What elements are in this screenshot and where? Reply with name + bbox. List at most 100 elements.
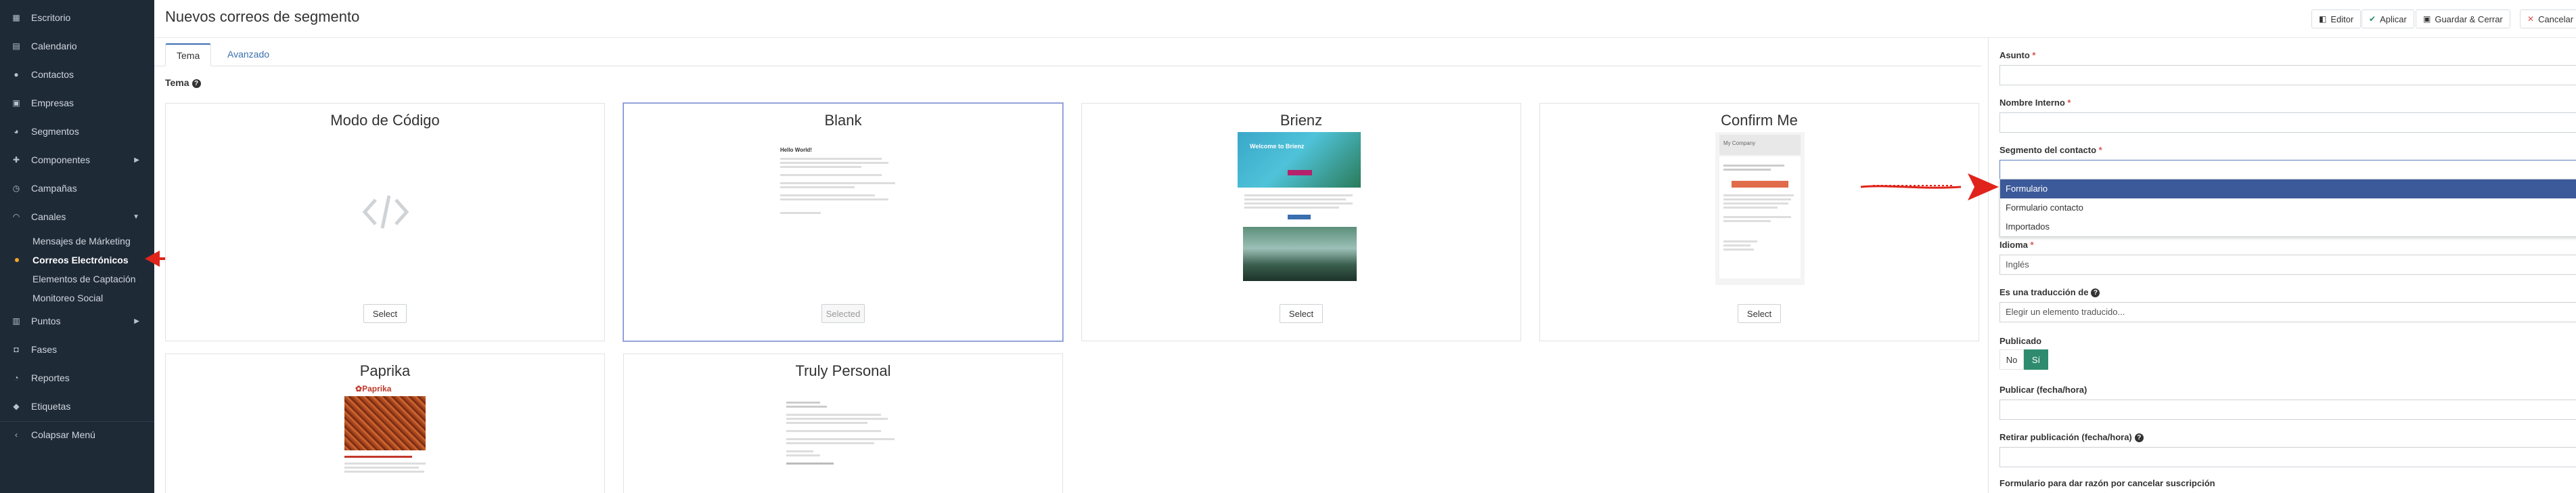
cancel-button-label: Cancelar bbox=[2538, 14, 2574, 24]
close-icon: ✕ bbox=[2527, 14, 2535, 24]
active-dot-icon bbox=[15, 258, 19, 262]
publish-at-label: Publicar (fecha/hora) bbox=[1999, 385, 2087, 395]
clock-icon: ◷ bbox=[12, 184, 20, 193]
theme-card-code-mode[interactable]: Modo de Código Select bbox=[165, 103, 605, 341]
sidebar-item-label: Canales bbox=[31, 211, 66, 222]
sidebar-item-reportes[interactable]: ◔ Reportes bbox=[0, 364, 154, 391]
published-yes-toggle[interactable]: Sí bbox=[2024, 349, 2048, 370]
sidebar-item-label: Contactos bbox=[31, 69, 74, 80]
editor-button[interactable]: ◧ Editor bbox=[2311, 9, 2362, 28]
email-properties-panel: Asunto * Nombre Interno * Segmento del c… bbox=[1988, 38, 2576, 493]
sidebar-item-canales[interactable]: ◠ Canales ▼ bbox=[0, 203, 154, 230]
theme-card-title: Brienz bbox=[1280, 112, 1323, 129]
cancel-button[interactable]: ✕ Cancelar bbox=[2520, 9, 2576, 28]
sidebar-item-escritorio[interactable]: ▦ Escritorio bbox=[0, 4, 154, 31]
theme-select-button[interactable]: Select bbox=[363, 304, 407, 323]
chevron-right-icon: ▶ bbox=[134, 156, 139, 164]
sidebar-item-segmentos[interactable]: ◕ Segmentos bbox=[0, 118, 154, 145]
editor-icon: ◧ bbox=[2319, 14, 2327, 24]
sidebar-subitem-monitoreo[interactable]: Monitoreo Social bbox=[32, 289, 103, 307]
help-icon[interactable]: ? bbox=[2091, 288, 2100, 298]
paprika-logo: ✿Paprika bbox=[355, 384, 391, 393]
theme-card-title: Paprika bbox=[359, 362, 411, 379]
sidebar-item-calendario[interactable]: ▤ Calendario bbox=[0, 33, 154, 60]
theme-card-paprika[interactable]: Paprika ✿Paprika bbox=[165, 353, 605, 493]
theme-thumbnail-paprika bbox=[344, 396, 426, 450]
theme-section-label: Tema? bbox=[165, 77, 201, 88]
help-icon[interactable]: ? bbox=[2134, 433, 2144, 443]
page-title: Nuevos correos de segmento bbox=[165, 8, 360, 25]
sidebar-subitem-captacion[interactable]: Elementos de Captación bbox=[32, 270, 136, 288]
sidebar-item-label: Segmentos bbox=[31, 126, 79, 137]
calculator-icon: ▥ bbox=[12, 316, 20, 326]
sidebar-subitem-correos[interactable]: Correos Electrónicos bbox=[32, 251, 129, 269]
thumbnail-company: My Company bbox=[1723, 140, 1756, 146]
sidebar-item-etiquetas[interactable]: ◆ Etiquetas bbox=[0, 393, 154, 420]
sidebar-item-label: Fases bbox=[31, 344, 58, 355]
language-select[interactable]: Inglés bbox=[1999, 255, 2576, 275]
help-icon[interactable]: ? bbox=[191, 79, 201, 88]
translation-select[interactable]: Elegir un elemento traducido... bbox=[1999, 302, 2576, 322]
theme-selected-button[interactable]: Selected bbox=[821, 304, 865, 323]
thumbnail-headline: Welcome to Brienz bbox=[1250, 143, 1305, 150]
tab-avanzado[interactable]: Avanzado bbox=[217, 43, 280, 66]
calendar-icon: ▤ bbox=[12, 41, 20, 51]
required-marker: * bbox=[2098, 145, 2102, 155]
unpublish-at-input[interactable] bbox=[1999, 447, 2576, 467]
published-no-toggle[interactable]: No bbox=[1999, 349, 2024, 370]
sidebar-item-label: Componentes bbox=[31, 154, 91, 165]
required-marker: * bbox=[2067, 98, 2071, 108]
theme-card-blank[interactable]: Blank Hello World! Selected bbox=[623, 103, 1063, 341]
language-label: Idioma * bbox=[1999, 240, 2034, 250]
paprika-logo-text: Paprika bbox=[362, 384, 392, 393]
sidebar-item-label: Empresas bbox=[31, 98, 74, 108]
subject-label-text: Asunto bbox=[1999, 50, 2030, 60]
theme-card-title: Modo de Código bbox=[330, 112, 440, 129]
subject-input[interactable] bbox=[1999, 65, 2576, 85]
sidebar-subitem-mensajes[interactable]: Mensajes de Márketing bbox=[32, 232, 131, 250]
theme-thumbnail-blank: Hello World! bbox=[775, 137, 917, 270]
sidebar-item-fases[interactable]: ◘ Fases bbox=[0, 336, 154, 363]
theme-card-title: Blank bbox=[824, 112, 862, 129]
required-marker: * bbox=[2030, 240, 2034, 250]
publish-at-input[interactable] bbox=[1999, 400, 2576, 420]
collapse-menu-button[interactable]: ‹ Colapsar Menú bbox=[0, 421, 154, 448]
theme-card-truly-personal[interactable]: Truly Personal bbox=[623, 353, 1063, 493]
theme-card-brienz[interactable]: Brienz Welcome to Brienz Select bbox=[1081, 103, 1521, 341]
theme-thumbnail-truly-personal bbox=[786, 402, 901, 483]
segment-option[interactable]: Formulario contacto bbox=[2000, 198, 2576, 217]
chevron-right-icon: ▶ bbox=[134, 317, 139, 325]
sidebar-item-contactos[interactable]: ● Contactos bbox=[0, 61, 154, 88]
theme-thumbnail-brienz: Welcome to Brienz bbox=[1238, 132, 1361, 281]
segment-option[interactable]: Formulario bbox=[2000, 179, 2576, 198]
pie-chart-icon: ◕ bbox=[14, 127, 19, 136]
tab-tema[interactable]: Tema bbox=[165, 43, 212, 66]
chevron-down-icon: ▼ bbox=[133, 213, 139, 221]
sidebar-item-empresas[interactable]: ▣ Empresas bbox=[0, 89, 154, 116]
sidebar-item-campanas[interactable]: ◷ Campañas bbox=[0, 175, 154, 202]
apply-button-label: Aplicar bbox=[2380, 14, 2407, 24]
theme-card-confirm-me[interactable]: Confirm Me My Company Select bbox=[1539, 103, 1979, 341]
apply-button[interactable]: ✔ Aplicar bbox=[2362, 9, 2414, 28]
translation-placeholder: Elegir un elemento traducido... bbox=[2006, 307, 2125, 317]
theme-select-button[interactable]: Select bbox=[1280, 304, 1323, 323]
puzzle-icon: ✚ bbox=[12, 155, 20, 165]
save-close-button[interactable]: ▣ Guardar & Cerrar bbox=[2416, 9, 2510, 28]
sidebar-item-puntos[interactable]: ▥ Puntos ▶ bbox=[0, 307, 154, 335]
segment-select[interactable] bbox=[1999, 160, 2576, 180]
required-marker: * bbox=[2032, 50, 2036, 60]
annotation-arrow-dropdown bbox=[1860, 173, 1999, 200]
save-close-button-label: Guardar & Cerrar bbox=[2435, 14, 2503, 24]
check-icon: ✔ bbox=[2369, 14, 2376, 24]
segment-option[interactable]: Importados bbox=[2000, 217, 2576, 236]
sidebar-item-componentes[interactable]: ✚ Componentes ▶ bbox=[0, 146, 154, 173]
internal-name-input[interactable] bbox=[1999, 112, 2576, 133]
sidebar-item-label: Etiquetas bbox=[31, 401, 71, 412]
subject-label: Asunto * bbox=[1999, 50, 2035, 60]
editor-button-label: Editor bbox=[2330, 14, 2354, 24]
unpublish-at-label-text: Retirar publicación (fecha/hora) bbox=[1999, 432, 2132, 442]
rss-icon: ◠ bbox=[12, 212, 20, 221]
theme-select-button[interactable]: Select bbox=[1738, 304, 1781, 323]
dashboard-icon: ▦ bbox=[12, 13, 20, 22]
code-icon bbox=[362, 195, 409, 229]
